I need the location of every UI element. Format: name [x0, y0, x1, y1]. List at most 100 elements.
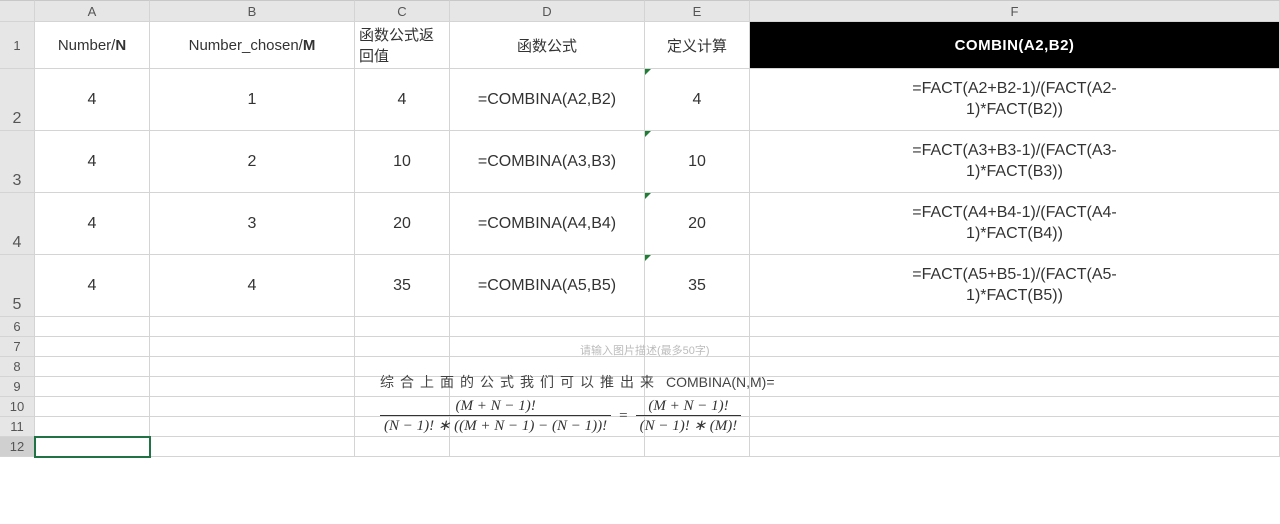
cell-F8[interactable]	[750, 357, 1280, 377]
cell-F5-line1: =FACT(A5+B5-1)/(FACT(A5-	[912, 266, 1117, 283]
cell-B12[interactable]	[150, 437, 355, 457]
cell-E1[interactable]: 定义计算	[645, 22, 750, 69]
cell-B6[interactable]	[150, 317, 355, 337]
row-header-2[interactable]: 2	[0, 69, 35, 131]
cell-C12[interactable]	[355, 437, 450, 457]
cell-B3[interactable]: 2	[150, 131, 355, 193]
cell-E9[interactable]	[645, 377, 750, 397]
cell-E12[interactable]	[645, 437, 750, 457]
cell-E3[interactable]: 10	[645, 131, 750, 193]
cell-F7[interactable]	[750, 337, 1280, 357]
cell-F3-line2: 1)*FACT(B3))	[966, 163, 1063, 180]
col-header-F[interactable]: F	[750, 0, 1280, 22]
row-header-7[interactable]: 7	[0, 337, 35, 357]
cell-C7[interactable]	[355, 337, 450, 357]
cell-E2[interactable]: 4	[645, 69, 750, 131]
cell-F6[interactable]	[750, 317, 1280, 337]
cell-E4[interactable]: 20	[645, 193, 750, 255]
cell-E7[interactable]	[645, 337, 750, 357]
cell-D12[interactable]	[450, 437, 645, 457]
cell-A12[interactable]	[35, 437, 150, 457]
cell-A9[interactable]	[35, 377, 150, 397]
cell-C8[interactable]	[355, 357, 450, 377]
cell-A5[interactable]: 4	[35, 255, 150, 317]
row-header-10[interactable]: 10	[0, 397, 35, 417]
spreadsheet-grid[interactable]: A B C D E F 1 Number/N Number_chosen/M 函…	[0, 0, 1280, 457]
cell-E10[interactable]	[645, 397, 750, 417]
row-header-1[interactable]: 1	[0, 22, 35, 69]
cell-A2[interactable]: 4	[35, 69, 150, 131]
col-header-E[interactable]: E	[645, 0, 750, 22]
cell-F3[interactable]: =FACT(A3+B3-1)/(FACT(A3- 1)*FACT(B3))	[750, 131, 1280, 193]
cell-D2[interactable]: =COMBINA(A2,B2)	[450, 69, 645, 131]
cell-E5[interactable]: 35	[645, 255, 750, 317]
cell-B5[interactable]: 4	[150, 255, 355, 317]
cell-B9[interactable]	[150, 377, 355, 397]
cell-F3-line1: =FACT(A3+B3-1)/(FACT(A3-	[912, 142, 1117, 159]
cell-F4-line1: =FACT(A4+B4-1)/(FACT(A4-	[912, 204, 1117, 221]
cell-D7[interactable]	[450, 337, 645, 357]
cell-D1[interactable]: 函数公式	[450, 22, 645, 69]
row-header-3[interactable]: 3	[0, 131, 35, 193]
cell-A7[interactable]	[35, 337, 150, 357]
row-header-9[interactable]: 9	[0, 377, 35, 397]
cell-F2[interactable]: =FACT(A2+B2-1)/(FACT(A2-1)*FACT(B2))	[750, 69, 1280, 131]
cell-E8[interactable]	[645, 357, 750, 377]
cell-F12[interactable]	[750, 437, 1280, 457]
cell-A3[interactable]: 4	[35, 131, 150, 193]
cell-B8[interactable]	[150, 357, 355, 377]
cell-A10[interactable]	[35, 397, 150, 417]
cell-D8[interactable]	[450, 357, 645, 377]
cell-A4[interactable]: 4	[35, 193, 150, 255]
cell-F11[interactable]	[750, 417, 1280, 437]
cell-D5[interactable]: =COMBINA(A5,B5)	[450, 255, 645, 317]
cell-C1[interactable]: 函数公式返回值	[355, 22, 450, 69]
row-header-4[interactable]: 4	[0, 193, 35, 255]
cell-D9[interactable]	[450, 377, 645, 397]
cell-C9[interactable]	[355, 377, 450, 397]
cell-F5-line2: 1)*FACT(B5))	[966, 287, 1063, 304]
cell-A11[interactable]	[35, 417, 150, 437]
col-header-C[interactable]: C	[355, 0, 450, 22]
cell-F4[interactable]: =FACT(A4+B4-1)/(FACT(A4-1)*FACT(B4))	[750, 193, 1280, 255]
cell-D10[interactable]	[450, 397, 645, 417]
row-header-5[interactable]: 5	[0, 255, 35, 317]
row-header-12[interactable]: 12	[0, 437, 35, 457]
cell-B1[interactable]: Number_chosen/M	[150, 22, 355, 69]
row-header-8[interactable]: 8	[0, 357, 35, 377]
cell-B7[interactable]	[150, 337, 355, 357]
cell-B11[interactable]	[150, 417, 355, 437]
cell-F2-line1: =FACT(A2+B2-1)/(FACT(A2-	[912, 80, 1117, 97]
col-header-A[interactable]: A	[35, 0, 150, 22]
cell-B4[interactable]: 3	[150, 193, 355, 255]
cell-A8[interactable]	[35, 357, 150, 377]
cell-D11[interactable]	[450, 417, 645, 437]
header-B-bold: M	[303, 37, 316, 54]
cell-D6[interactable]	[450, 317, 645, 337]
cell-D3[interactable]: =COMBINA(A3,B3)	[450, 131, 645, 193]
row-header-6[interactable]: 6	[0, 317, 35, 337]
cell-C6[interactable]	[355, 317, 450, 337]
cell-C11[interactable]	[355, 417, 450, 437]
header-B-prefix: Number_chosen/	[189, 37, 303, 54]
cell-D4[interactable]: =COMBINA(A4,B4)	[450, 193, 645, 255]
col-header-D[interactable]: D	[450, 0, 645, 22]
select-all-corner[interactable]	[0, 0, 35, 22]
cell-C5[interactable]: 35	[355, 255, 450, 317]
cell-A6[interactable]	[35, 317, 150, 337]
cell-C10[interactable]	[355, 397, 450, 417]
row-header-11[interactable]: 11	[0, 417, 35, 437]
cell-F5[interactable]: =FACT(A5+B5-1)/(FACT(A5- 1)*FACT(B5))	[750, 255, 1280, 317]
cell-A1[interactable]: Number/N	[35, 22, 150, 69]
cell-F1[interactable]: COMBIN(A2,B2)	[750, 22, 1280, 69]
cell-C4[interactable]: 20	[355, 193, 450, 255]
cell-E11[interactable]	[645, 417, 750, 437]
col-header-B[interactable]: B	[150, 0, 355, 22]
cell-B2[interactable]: 1	[150, 69, 355, 131]
cell-F9[interactable]	[750, 377, 1280, 397]
cell-F10[interactable]	[750, 397, 1280, 417]
cell-B10[interactable]	[150, 397, 355, 417]
cell-C2[interactable]: 4	[355, 69, 450, 131]
cell-C3[interactable]: 10	[355, 131, 450, 193]
cell-E6[interactable]	[645, 317, 750, 337]
